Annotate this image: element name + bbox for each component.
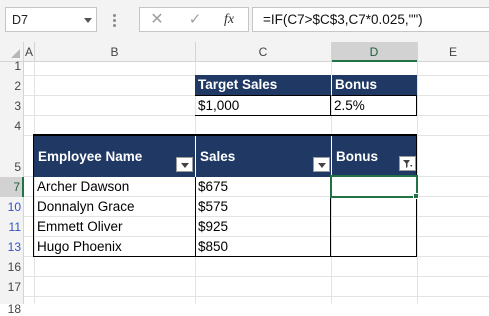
row-header-10[interactable]: 10 bbox=[0, 197, 24, 217]
filter-active-button[interactable] bbox=[399, 156, 416, 171]
filter-dropdown-button[interactable] bbox=[313, 157, 330, 172]
formula-bar-area: D7 ✕ ✓ fx =IF(C7>$C$3,C7*0.025,"") bbox=[0, 0, 489, 43]
column-header-a[interactable]: A bbox=[24, 42, 34, 62]
cell-b7[interactable]: Archer Dawson bbox=[34, 177, 195, 197]
row-header-16[interactable]: 16 bbox=[0, 257, 24, 277]
row-header-18[interactable]: 18 bbox=[0, 297, 24, 316]
cell-d2[interactable]: Bonus bbox=[331, 75, 417, 96]
cell-c11[interactable]: $925 bbox=[195, 217, 331, 237]
column-divider[interactable] bbox=[417, 42, 418, 62]
column-header-e[interactable]: E bbox=[417, 42, 489, 62]
cell-c5[interactable]: Sales bbox=[195, 136, 331, 177]
grid-line bbox=[24, 276, 489, 277]
row-header-11[interactable]: 11 bbox=[0, 217, 24, 237]
filter-funnel-icon bbox=[403, 160, 413, 168]
cell-d13[interactable] bbox=[331, 237, 417, 257]
cell-c3[interactable]: $1,000 bbox=[195, 96, 331, 116]
active-cell-selection[interactable] bbox=[330, 175, 418, 198]
chevron-down-icon bbox=[318, 163, 326, 168]
cell-c10[interactable]: $575 bbox=[195, 197, 331, 217]
cell-d3[interactable]: 2.5% bbox=[331, 96, 417, 116]
enter-icon[interactable]: ✓ bbox=[184, 10, 206, 30]
chevron-down-icon[interactable] bbox=[84, 18, 92, 23]
column-divider[interactable] bbox=[34, 42, 35, 62]
drag-handle-icon[interactable] bbox=[113, 14, 116, 28]
column-title-sales: Sales bbox=[200, 149, 236, 164]
filter-dropdown-button[interactable] bbox=[176, 157, 193, 172]
row-header-3[interactable]: 3 bbox=[0, 96, 24, 116]
row-header-7[interactable]: 7 bbox=[0, 177, 24, 197]
cell-c2[interactable]: Target Sales bbox=[195, 75, 332, 96]
column-divider[interactable] bbox=[331, 42, 332, 62]
name-box-value: D7 bbox=[12, 13, 28, 27]
column-header-b[interactable]: B bbox=[34, 42, 195, 62]
row-header-4[interactable]: 4 bbox=[0, 116, 24, 136]
cancel-icon[interactable]: ✕ bbox=[146, 10, 168, 30]
cell-b10[interactable]: Donnalyn Grace bbox=[34, 197, 195, 217]
formula-buttons: ✕ ✓ fx bbox=[139, 7, 249, 32]
column-header-d[interactable]: D bbox=[331, 42, 417, 62]
insert-function-icon[interactable]: fx bbox=[218, 10, 240, 30]
formula-input[interactable]: =IF(C7>$C$3,C7*0.025,"") bbox=[252, 7, 489, 32]
cell-d11[interactable] bbox=[331, 217, 417, 237]
row-header-2[interactable]: 2 bbox=[0, 76, 24, 96]
cell-b5[interactable]: Employee Name bbox=[34, 136, 195, 177]
chevron-down-icon bbox=[181, 163, 189, 168]
formula-text: =IF(C7>$C$3,C7*0.025,"") bbox=[263, 12, 423, 27]
row-header-13[interactable]: 13 bbox=[0, 237, 24, 257]
column-title-employee-name: Employee Name bbox=[38, 149, 143, 164]
column-header-c[interactable]: C bbox=[195, 42, 331, 62]
cell-b11[interactable]: Emmett Oliver bbox=[34, 217, 195, 237]
table-column-divider bbox=[195, 177, 196, 257]
cell-c13[interactable]: $850 bbox=[195, 237, 331, 257]
grid-line bbox=[24, 296, 489, 297]
row-header-5[interactable]: 5 bbox=[0, 136, 24, 177]
column-title-bonus: Bonus bbox=[336, 149, 378, 164]
column-divider[interactable] bbox=[195, 42, 196, 62]
row-header-1[interactable]: 1 bbox=[0, 59, 24, 76]
name-box[interactable]: D7 bbox=[5, 7, 97, 32]
cell-c7[interactable]: $675 bbox=[195, 177, 331, 197]
cell-d10[interactable] bbox=[331, 197, 417, 217]
cell-b13[interactable]: Hugo Phoenix bbox=[34, 237, 195, 257]
row-header-17[interactable]: 17 bbox=[0, 277, 24, 297]
cell-d5[interactable]: Bonus bbox=[331, 136, 417, 177]
fill-handle[interactable] bbox=[413, 193, 419, 199]
